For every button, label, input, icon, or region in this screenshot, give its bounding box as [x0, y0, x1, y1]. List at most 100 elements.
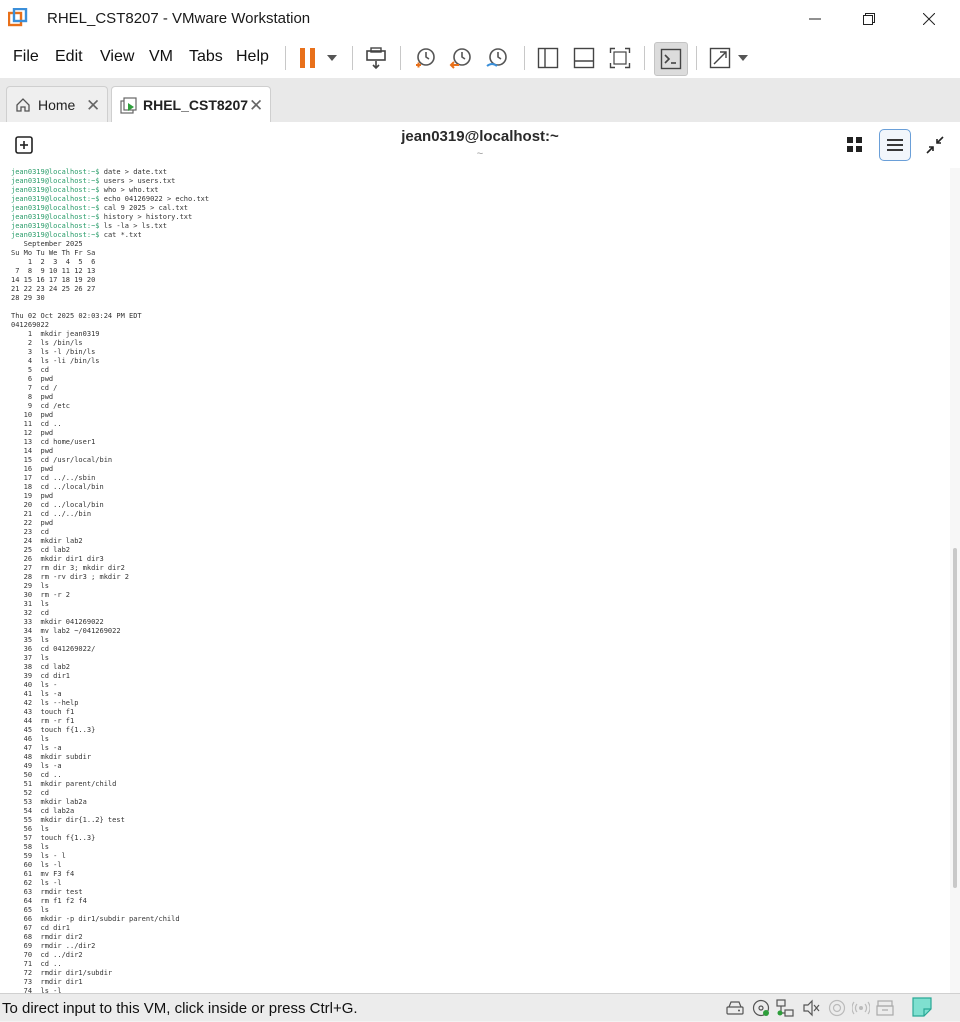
terminal-output-line: 38 cd lab2	[11, 663, 71, 671]
terminal-output-line: 59 ls - l	[11, 852, 66, 860]
console-view-button[interactable]	[654, 42, 688, 76]
menu-file[interactable]: File	[13, 48, 39, 66]
close-tab-icon[interactable]: ✕	[86, 96, 100, 116]
grid-icon	[847, 137, 862, 152]
terminal-output-line: 44 rm -r f1	[11, 717, 75, 725]
terminal-output-line: 30 rm -r 2	[11, 591, 71, 599]
toolbar-divider	[524, 46, 525, 70]
terminal-output-line: 66 mkdir -p dir1/subdir parent/child	[11, 915, 180, 923]
menu-view[interactable]: View	[100, 48, 134, 66]
network-adapter-icon[interactable]	[776, 999, 794, 1017]
terminal-output-line: 45 touch f{1..3}	[11, 726, 96, 734]
terminal-output-line: 27 rm dir 3; mkdir dir2	[11, 564, 125, 572]
terminal-output-line: 9 cd /etc	[11, 402, 71, 410]
dropdown-arrow-icon	[327, 55, 337, 61]
shell-prompt: jean0319@localhost:~$	[11, 222, 100, 230]
bluetooth-icon[interactable]	[851, 999, 871, 1017]
stretch-button[interactable]	[706, 42, 734, 74]
minimize-button[interactable]	[786, 0, 844, 38]
shell-command: ls -la > ls.txt	[99, 222, 167, 230]
terminal-output-line: 5 cd	[11, 366, 49, 374]
power-dropdown-button[interactable]	[322, 42, 342, 74]
shell-prompt: jean0319@localhost:~$	[11, 204, 100, 212]
terminal-output[interactable]: jean0319@localhost:~$ date > date.txt jea…	[0, 168, 950, 993]
send-ctrl-alt-del-button[interactable]	[362, 42, 390, 74]
terminal-output-line: 24 mkdir lab2	[11, 537, 83, 545]
shell-command: date > date.txt	[99, 168, 167, 176]
tab-overview-button[interactable]	[846, 136, 864, 159]
terminal-output-line: 17 cd ../../sbin	[11, 474, 96, 482]
tab-strip: Home ✕ RHEL_CST8207 ✕	[0, 78, 960, 123]
unfullscreen-button[interactable]	[926, 136, 944, 159]
shell-command: cal 9 2025 > cal.txt	[99, 204, 189, 212]
terminal-output-line: 54 cd lab2a	[11, 807, 75, 815]
printer-icon[interactable]	[876, 999, 894, 1017]
message-log-icon[interactable]	[912, 997, 932, 1017]
revert-snapshot-icon	[449, 48, 471, 69]
terminal-output-line: 39 cd dir1	[11, 672, 71, 680]
menu-tabs[interactable]: Tabs	[189, 48, 223, 66]
menu-bar: File Edit View VM Tabs Help	[0, 38, 960, 78]
terminal-output-line: 71 cd ..	[11, 960, 62, 968]
main-menu-button[interactable]	[879, 129, 911, 161]
toolbar-divider	[644, 46, 645, 70]
close-tab-icon[interactable]: ✕	[249, 96, 263, 116]
full-screen-icon	[609, 47, 631, 69]
cd-dvd-icon[interactable]	[752, 999, 770, 1017]
snapshot-manager-button[interactable]	[482, 42, 512, 74]
toolbar-divider	[352, 46, 353, 70]
terminal-output-line: 67 cd dir1	[11, 924, 71, 932]
terminal-output-line: 7 cd /	[11, 384, 58, 392]
thumbnail-bar-icon	[573, 47, 595, 69]
thumbnail-bar-button[interactable]	[570, 42, 598, 74]
pause-icon	[300, 48, 315, 68]
revert-snapshot-button[interactable]	[446, 42, 476, 74]
show-library-button[interactable]	[534, 42, 562, 74]
terminal-output-line: 56 ls	[11, 825, 49, 833]
menu-help[interactable]: Help	[236, 48, 269, 66]
terminal-output-line: 35 ls	[11, 636, 49, 644]
terminal-output-line: Su Mo Tu We Th Fr Sa	[11, 249, 96, 257]
menu-edit[interactable]: Edit	[55, 48, 83, 66]
terminal-output-line: 12 pwd	[11, 429, 54, 437]
terminal-output-line: 26 mkdir dir1 dir3	[11, 555, 104, 563]
terminal-output-line: 48 mkdir subdir	[11, 753, 92, 761]
stretch-dropdown-button[interactable]	[736, 42, 750, 74]
take-snapshot-button[interactable]	[410, 42, 440, 74]
terminal-scrollbar[interactable]	[950, 168, 960, 993]
terminal-output-line: 23 cd	[11, 528, 49, 536]
tab-rhel-cst8207[interactable]: RHEL_CST8207 ✕	[111, 86, 271, 123]
terminal-output-line: Thu 02 Oct 2025 02:03:24 PM EDT	[11, 312, 142, 320]
shell-command: cat *.txt	[99, 231, 142, 239]
terminal-output-line: 15 cd /usr/local/bin	[11, 456, 113, 464]
shell-prompt: jean0319@localhost:~$	[11, 213, 100, 221]
terminal-output-line: 34 mv lab2 ~/041269022	[11, 627, 121, 635]
menu-vm[interactable]: VM	[149, 48, 173, 66]
terminal-output-line: 58 ls	[11, 843, 49, 851]
toolbar-divider	[400, 46, 401, 70]
terminal-output-line: 70 cd ../dir2	[11, 951, 83, 959]
terminal-output-line: 52 cd	[11, 789, 49, 797]
usb-icon[interactable]	[828, 999, 846, 1017]
close-button[interactable]	[900, 0, 958, 38]
scrollbar-thumb[interactable]	[953, 548, 957, 888]
terminal-output-line: 13 cd home/user1	[11, 438, 96, 446]
terminal-output-line: 32 cd	[11, 609, 49, 617]
terminal-output-line: 3 ls -l /bin/ls	[11, 348, 96, 356]
terminal-title: jean0319@localhost:~	[401, 128, 559, 145]
show-library-icon	[537, 47, 559, 69]
full-screen-button[interactable]	[606, 42, 634, 74]
terminal-output-line: 61 mv F3 f4	[11, 870, 75, 878]
sound-card-icon[interactable]	[802, 999, 820, 1017]
terminal-output-line: 64 rm f1 f2 f4	[11, 897, 87, 905]
terminal-command-line: jean0319@localhost:~$ history > history.…	[11, 213, 950, 222]
maximize-button[interactable]	[840, 0, 898, 38]
terminal-subtitle: ~	[476, 148, 484, 160]
terminal-output-line: 11 cd ..	[11, 420, 62, 428]
tab-home[interactable]: Home ✕	[6, 86, 108, 123]
terminal-output-line: 14 pwd	[11, 447, 54, 455]
shell-prompt: jean0319@localhost:~$	[11, 168, 100, 176]
hard-disk-icon[interactable]	[726, 999, 744, 1017]
terminal-output-line: 6 pwd	[11, 375, 54, 383]
pause-button[interactable]	[296, 42, 320, 74]
